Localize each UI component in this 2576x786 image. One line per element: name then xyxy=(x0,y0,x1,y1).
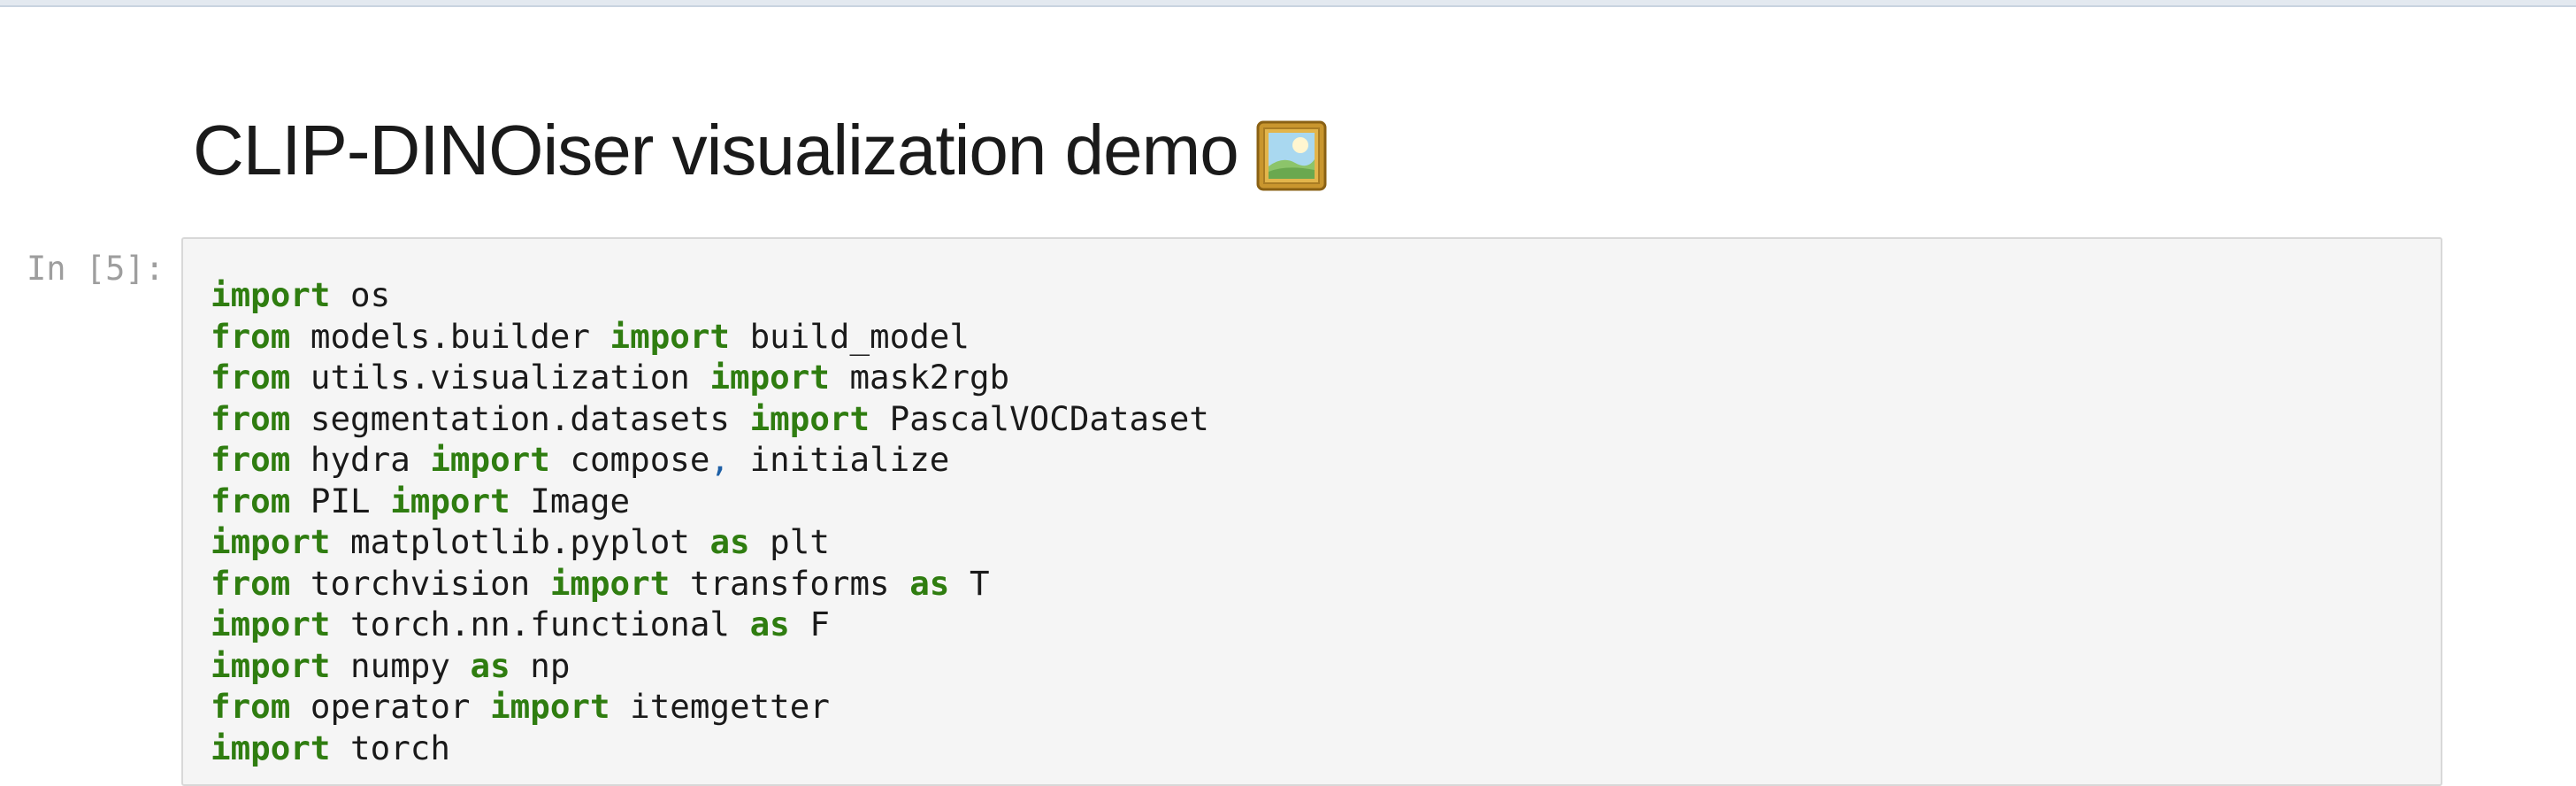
code-editor[interactable]: import os from models.builder import buil… xyxy=(211,274,1209,768)
code-token: os xyxy=(330,275,391,314)
code-keyword: as xyxy=(909,563,950,603)
code-line: import torch.nn.functional as F xyxy=(211,604,1209,645)
notebook: CLIP-DINOiser visualization demo In [5]:… xyxy=(0,0,2576,786)
code-token: build_model xyxy=(730,316,970,356)
code-keyword: from xyxy=(211,316,291,356)
code-token: models.builder xyxy=(290,316,610,356)
code-token: hydra xyxy=(290,440,431,479)
code-keyword: import xyxy=(749,398,870,438)
code-token: mask2rgb xyxy=(829,358,1010,397)
code-keyword: from xyxy=(211,481,291,520)
code-line: from operator import itemgetter xyxy=(211,686,1209,728)
code-line: import torch xyxy=(211,728,1209,769)
code-line: from utils.visualization import mask2rgb xyxy=(211,357,1209,398)
code-keyword: from xyxy=(211,440,291,479)
code-token: plt xyxy=(749,522,830,561)
code-punctuation: , xyxy=(709,440,731,479)
code-keyword: as xyxy=(470,645,510,685)
code-keyword: from xyxy=(211,358,291,397)
code-line: from hydra import compose, initialize xyxy=(211,439,1209,481)
code-token: F xyxy=(789,605,830,643)
code-keyword: import xyxy=(390,481,510,520)
code-line: import os xyxy=(211,274,1209,316)
code-line: import matplotlib.pyplot as plt xyxy=(211,521,1209,563)
code-token: numpy xyxy=(330,645,471,685)
code-keyword: from xyxy=(211,398,291,438)
code-token: PIL xyxy=(290,481,391,520)
code-line: from torchvision import transforms as T xyxy=(211,563,1209,605)
code-keyword: import xyxy=(211,645,331,685)
code-keyword: from xyxy=(211,687,291,726)
notebook-title: CLIP-DINOiser visualization demo xyxy=(193,97,1327,204)
framed-picture-icon xyxy=(1256,120,1327,191)
code-cell[interactable]: import os from models.builder import buil… xyxy=(181,237,2442,786)
code-token: torchvision xyxy=(290,563,550,603)
code-token: itemgetter xyxy=(610,687,830,726)
code-token: T xyxy=(949,563,990,603)
code-keyword: import xyxy=(610,316,731,356)
code-keyword: import xyxy=(211,522,331,561)
code-keyword: import xyxy=(549,563,671,603)
code-keyword: import xyxy=(211,605,331,643)
code-token: matplotlib.pyplot xyxy=(330,522,710,561)
code-token: segmentation.datasets xyxy=(290,398,750,438)
code-line: from models.builder import build_model xyxy=(211,316,1209,358)
code-keyword: as xyxy=(749,605,790,643)
code-keyword: import xyxy=(490,687,610,726)
code-keyword: as xyxy=(709,522,750,561)
code-token: utils.visualization xyxy=(290,358,710,397)
code-line: import numpy as np xyxy=(211,645,1209,687)
code-keyword: from xyxy=(211,563,291,603)
code-line: from segmentation.datasets import Pascal… xyxy=(211,398,1209,440)
code-token: torch.nn.functional xyxy=(330,605,750,643)
code-keyword: import xyxy=(430,440,550,479)
code-line: from PIL import Image xyxy=(211,481,1209,522)
code-token: transforms xyxy=(670,563,910,603)
code-token: operator xyxy=(290,687,491,726)
code-token: PascalVOCDataset xyxy=(870,398,1209,438)
code-token: initialize xyxy=(730,440,950,479)
notebook-title-text: CLIP-DINOiser visualization demo xyxy=(193,111,1239,189)
code-token: Image xyxy=(510,481,631,520)
cell-prompt: In [5]: xyxy=(27,250,165,288)
code-keyword: import xyxy=(211,275,331,314)
code-token: np xyxy=(510,645,571,685)
code-keyword: import xyxy=(709,358,830,397)
code-token: compose xyxy=(549,440,710,479)
markdown-cell[interactable]: CLIP-DINOiser visualization demo xyxy=(193,97,1327,204)
